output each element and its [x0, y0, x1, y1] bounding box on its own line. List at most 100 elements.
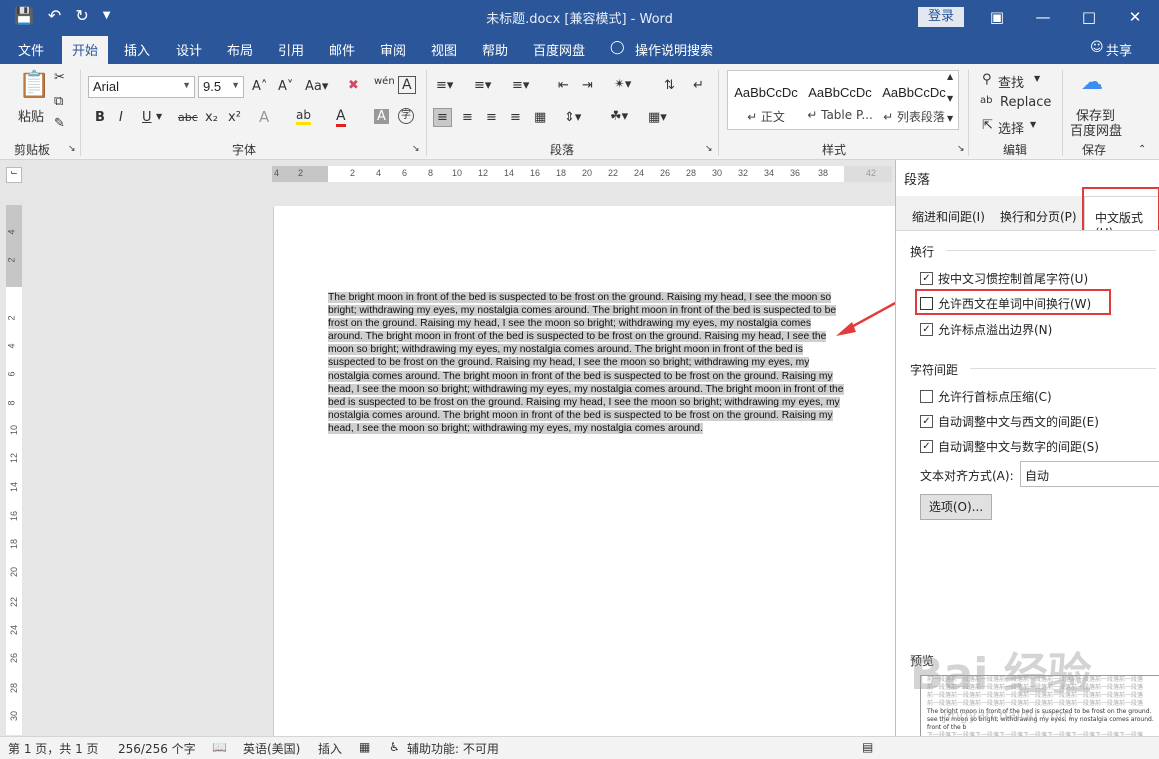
font-color-button[interactable]: A — [336, 108, 346, 127]
shrink-font-icon[interactable]: A˅ — [278, 79, 293, 94]
styles-more-icon[interactable]: ▼ — [947, 114, 953, 123]
close-icon[interactable]: ✕ — [1113, 4, 1157, 30]
tell-me-search[interactable]: 操作说明搜索 — [635, 40, 713, 59]
vertical-ruler[interactable]: 4 2 2 4 6 8 10 12 14 16 18 20 22 24 26 2… — [6, 205, 22, 735]
strikethrough-button[interactable]: abc — [178, 111, 198, 124]
status-mode[interactable]: 插入 — [318, 740, 342, 757]
dialog-launcher-icon[interactable]: ↘ — [68, 144, 76, 154]
proofing-icon[interactable]: 📖 — [212, 740, 227, 754]
select-dropdown-icon[interactable]: ▼ — [1030, 120, 1036, 129]
bullets-icon[interactable]: ≡▾ — [436, 78, 453, 93]
replace-button[interactable]: Replace — [1000, 95, 1051, 110]
tab-line-page-breaks[interactable]: 换行和分页(P) — [1000, 208, 1077, 225]
replace-icon[interactable]: ab — [980, 95, 992, 106]
tab-file[interactable]: 文件 — [18, 40, 44, 59]
line-spacing-icon[interactable]: ⇕▾ — [564, 110, 581, 125]
align-center-icon[interactable]: ≡ — [462, 110, 473, 125]
read-mode-icon[interactable]: ▤ — [862, 740, 873, 754]
tab-baidu-netdisk[interactable]: 百度网盘 — [533, 40, 585, 59]
tab-help[interactable]: 帮助 — [482, 40, 508, 59]
document-body[interactable]: The bright moon in front of the bed is s… — [328, 291, 844, 435]
decrease-indent-icon[interactable]: ⇤ — [558, 78, 569, 93]
options-button[interactable]: 选项(O)... — [920, 494, 992, 520]
subscript-button[interactable]: x₂ — [205, 110, 218, 125]
paragraph-shading-icon[interactable]: ☘▾ — [610, 109, 628, 124]
font-size-combo[interactable]: 9.5 ▼ — [198, 76, 244, 98]
tab-home[interactable]: 开始 — [62, 36, 109, 64]
clear-format-icon[interactable]: ✖ — [348, 78, 359, 93]
show-marks-icon[interactable]: ↵ — [693, 78, 704, 93]
justify-icon[interactable]: ≡ — [510, 110, 521, 125]
grow-font-icon[interactable]: A˄ — [252, 79, 267, 94]
tab-selector-icon[interactable]: ⌙ — [6, 167, 22, 183]
status-language[interactable]: 英语(美国) — [243, 740, 300, 757]
text-alignment-select[interactable]: 自动 — [1020, 461, 1159, 487]
status-word-count[interactable]: 256/256 个字 — [118, 740, 196, 757]
enclose-char-icon[interactable]: 字 — [398, 108, 414, 124]
tab-layout[interactable]: 布局 — [227, 40, 253, 59]
status-accessibility[interactable]: 辅助功能: 不可用 — [407, 740, 499, 757]
find-dropdown-icon[interactable]: ▼ — [1034, 74, 1040, 83]
underline-button[interactable]: U — [142, 110, 152, 125]
minimize-icon[interactable]: — — [1021, 4, 1065, 30]
tab-view[interactable]: 视图 — [431, 40, 457, 59]
phonetic-guide-icon[interactable]: wén — [374, 76, 395, 87]
cut-icon[interactable]: ✂ — [54, 70, 65, 85]
checkbox-box[interactable]: ✓ — [920, 323, 933, 336]
accessibility-icon[interactable]: ♿ — [389, 740, 400, 754]
tab-references[interactable]: 引用 — [278, 40, 304, 59]
borders-icon[interactable]: ▦▾ — [648, 110, 667, 125]
distributed-icon[interactable]: ▦ — [534, 110, 546, 125]
sort-icon[interactable]: ⇅ — [664, 78, 675, 93]
italic-button[interactable]: I — [119, 110, 123, 125]
underline-dropdown-icon[interactable]: ▼ — [156, 112, 162, 121]
macro-icon[interactable]: ▦ — [359, 740, 370, 754]
align-left-icon[interactable]: ≡ — [433, 108, 452, 127]
find-icon[interactable]: ⚲ — [982, 72, 992, 87]
format-painter-icon[interactable]: ✎ — [54, 116, 65, 131]
collapse-ribbon-icon[interactable]: ⌃ — [1138, 144, 1146, 155]
char-shading-button[interactable]: A — [374, 109, 389, 124]
tab-review[interactable]: 审阅 — [380, 40, 406, 59]
text-effects-icon[interactable]: A — [259, 108, 269, 126]
selected-text[interactable]: The bright moon in front of the bed is s… — [328, 292, 844, 434]
checkbox-auto-space-latin[interactable]: ✓ 自动调整中文与西文的间距(E) — [920, 413, 1099, 430]
styles-dialog-launcher-icon[interactable]: ↘ — [957, 144, 965, 154]
checkbox-first-last-chars[interactable]: ✓ 按中文习惯控制首尾字符(U) — [920, 270, 1088, 287]
checkbox-compress-punctuation[interactable]: 允许行首标点压缩(C) — [920, 388, 1052, 405]
increase-indent-icon[interactable]: ⇥ — [582, 78, 593, 93]
baidu-netdisk-icon[interactable]: ☁ — [1081, 70, 1103, 95]
highlight-icon[interactable]: ab — [296, 108, 311, 125]
checkbox-hanging-punctuation[interactable]: ✓ 允许标点溢出边界(N) — [920, 321, 1052, 338]
document-page[interactable]: The bright moon in front of the bed is s… — [273, 206, 895, 736]
checkbox-box[interactable]: ✓ — [920, 272, 933, 285]
numbering-icon[interactable]: ≡▾ — [474, 78, 491, 93]
style-list-paragraph[interactable]: AaBbCcDc ↵ 列表段落 — [878, 71, 950, 129]
tab-design[interactable]: 设计 — [176, 40, 202, 59]
checkbox-box[interactable]: ✓ — [920, 415, 933, 428]
multilevel-list-icon[interactable]: ≡▾ — [512, 78, 529, 93]
find-button[interactable]: 查找 — [998, 72, 1024, 91]
tab-mailings[interactable]: 邮件 — [329, 40, 355, 59]
font-dialog-launcher-icon[interactable]: ↘ — [412, 144, 420, 154]
font-name-combo[interactable]: Arial ▼ — [88, 76, 195, 98]
select-button[interactable]: 选择 — [998, 118, 1024, 137]
horizontal-ruler[interactable]: 4 2 2 4 6 8 10 12 14 16 18 20 22 24 26 2… — [272, 166, 892, 182]
superscript-button[interactable]: x² — [228, 110, 241, 125]
checkbox-box[interactable]: ✓ — [920, 440, 933, 453]
tab-indents-spacing[interactable]: 缩进和间距(I) — [912, 208, 985, 225]
ribbon-display-icon[interactable]: ▣ — [975, 4, 1019, 30]
share-button[interactable]: 共享 — [1106, 40, 1132, 59]
status-page[interactable]: 第 1 页，共 1 页 — [8, 740, 99, 757]
login-button[interactable]: 登录 — [918, 7, 964, 27]
paragraph-dialog-launcher-icon[interactable]: ↘ — [705, 144, 713, 154]
style-normal[interactable]: AaBbCcDc ↵ 正文 — [730, 71, 802, 129]
styles-scroll-up-icon[interactable]: ▲ — [947, 72, 953, 81]
change-case-icon[interactable]: Aa▾ — [305, 79, 328, 94]
save-to-netdisk-line2[interactable]: 百度网盘 — [1070, 120, 1122, 139]
tab-insert[interactable]: 插入 — [124, 40, 150, 59]
chinese-layout-icon[interactable]: ✴▾ — [614, 77, 631, 92]
maximize-icon[interactable]: □ — [1067, 4, 1111, 30]
paste-label[interactable]: 粘贴 — [18, 106, 44, 125]
checkbox-auto-space-numbers[interactable]: ✓ 自动调整中文与数字的间距(S) — [920, 438, 1099, 455]
